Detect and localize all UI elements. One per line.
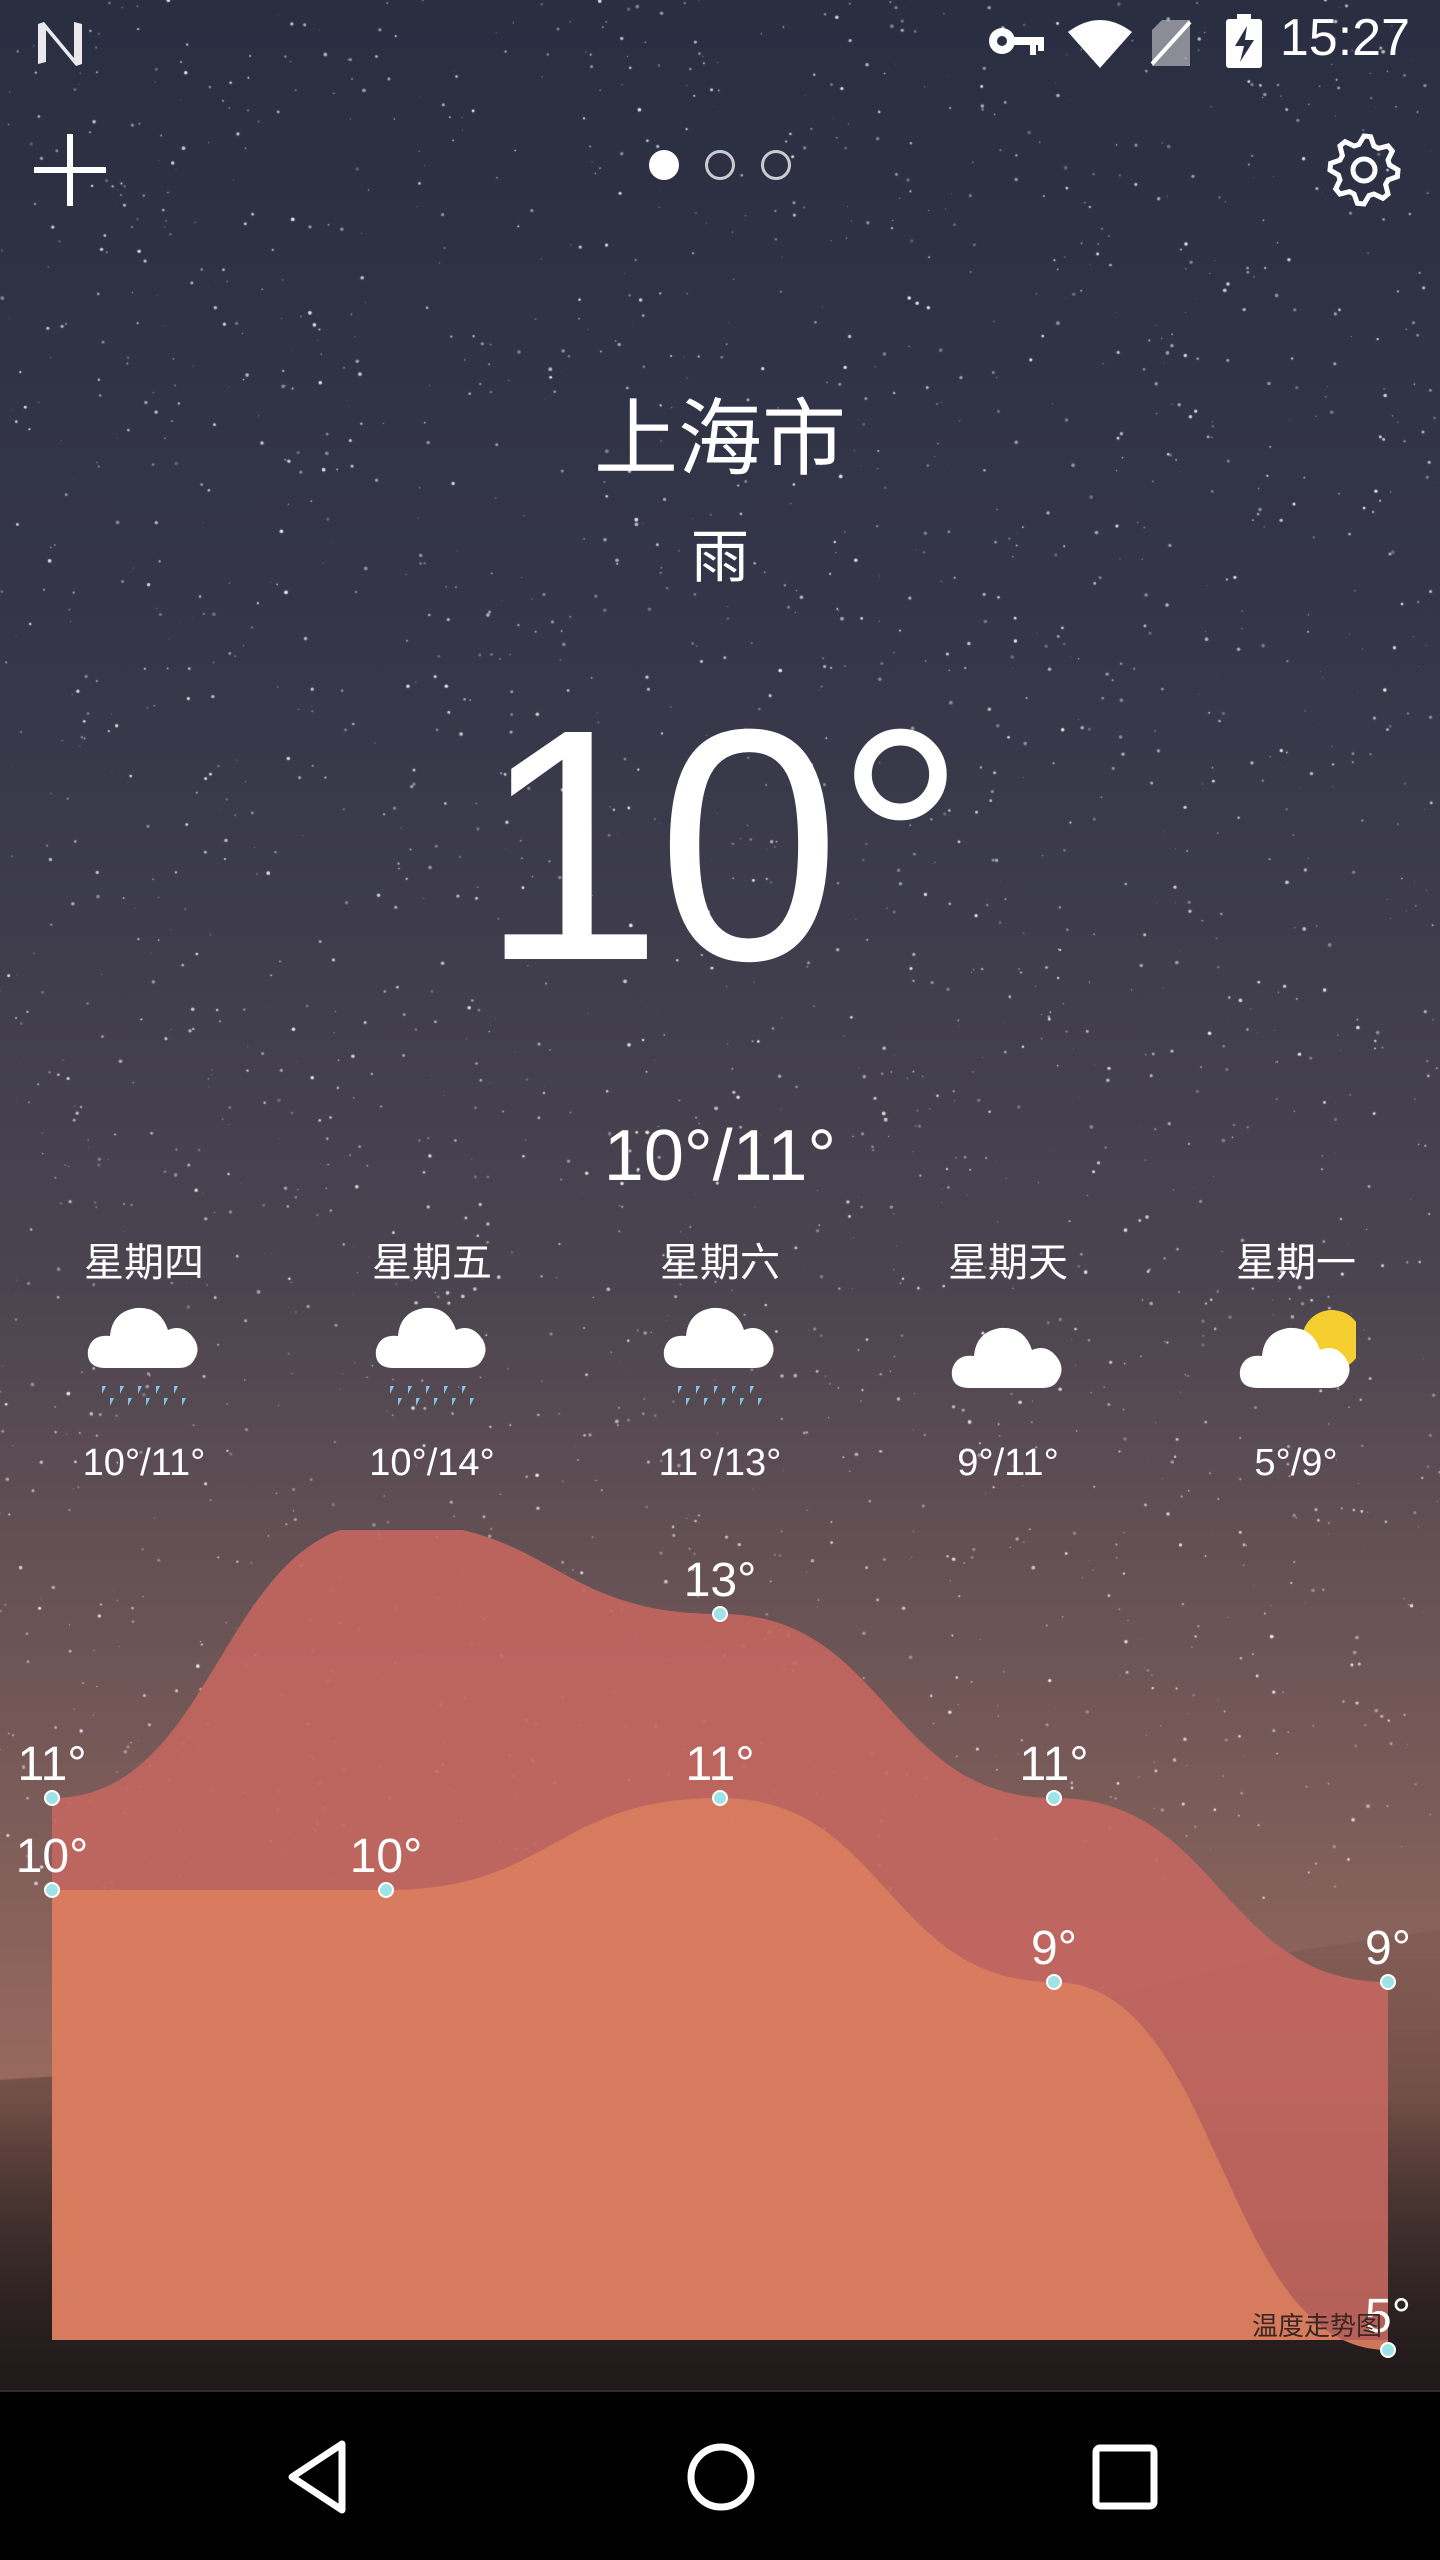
- back-icon: [288, 2440, 346, 2514]
- high-temp-label: 13°: [684, 1554, 757, 1607]
- high-temp-point: [1380, 1974, 1396, 1990]
- recents-button[interactable]: [1080, 2432, 1170, 2522]
- day-temps: 10°/11°: [82, 1442, 206, 1484]
- day-name: 星期六: [660, 1240, 780, 1286]
- current-temperature: 10°: [479, 660, 966, 1029]
- home-button[interactable]: [676, 2432, 766, 2522]
- rain-cloud-icon: [660, 1298, 780, 1418]
- temperature-trend-chart: 11°14°13°11°9°10°10°11°9°5°: [16, 1530, 1411, 2358]
- weather-condition: 雨: [690, 523, 749, 591]
- recents-icon: [1092, 2444, 1158, 2510]
- city-name: 上海市: [593, 390, 846, 488]
- settings-button[interactable]: [1324, 130, 1404, 210]
- day-name: 星期四: [84, 1240, 204, 1286]
- status-bar: 15:27: [0, 0, 1440, 84]
- back-button[interactable]: [272, 2432, 362, 2522]
- rain-cloud-icon: [372, 1298, 492, 1418]
- day-temps: 9°/11°: [957, 1442, 1059, 1484]
- low-temp-point: [712, 1790, 728, 1806]
- cloud-icon: [948, 1298, 1068, 1418]
- n-logo-icon: [38, 22, 82, 66]
- vpn-key-icon: [989, 28, 1044, 55]
- status-time: 15:27: [1279, 9, 1410, 67]
- page-dot-1[interactable]: [649, 150, 679, 180]
- day-name: 星期五: [372, 1240, 492, 1286]
- low-temp-point: [1380, 2342, 1396, 2358]
- low-temp-point: [44, 1882, 60, 1898]
- partly-cloudy-icon: [1236, 1310, 1356, 1418]
- day-temps: 10°/14°: [369, 1442, 495, 1484]
- no-sim-icon: [1150, 20, 1192, 66]
- battery-charging-icon: [1226, 14, 1262, 68]
- high-temp-point: [1046, 1790, 1062, 1806]
- wifi-icon: [1068, 20, 1132, 68]
- day-temps: 5°/9°: [1254, 1442, 1338, 1484]
- chart-title: 温度走势图: [1251, 2312, 1382, 2342]
- rain-cloud-icon: [84, 1298, 204, 1418]
- low-temp-label: 10°: [16, 1830, 89, 1883]
- low-temp-label: 11°: [685, 1738, 754, 1791]
- low-temp-label: 9°: [1031, 1922, 1077, 1975]
- high-temp-point: [712, 1606, 728, 1622]
- home-icon: [687, 2443, 755, 2511]
- day-name: 星期天: [948, 1240, 1068, 1286]
- high-temp-label: 11°: [1019, 1738, 1088, 1791]
- forecast-row: 星期四 10°/11° 星期五 10°/14° 星期六 11°/13° 星期天 …: [0, 1230, 1440, 1500]
- today-low-high: 10°/11°: [603, 1116, 837, 1196]
- low-temp-point: [378, 1882, 394, 1898]
- page-dot-3[interactable]: [761, 150, 791, 180]
- navigation-bar: [0, 2392, 1440, 2560]
- high-temp-point: [44, 1790, 60, 1806]
- day-temps: 11°/13°: [658, 1442, 782, 1484]
- page-dot-2[interactable]: [705, 150, 735, 180]
- low-temp-label: 10°: [350, 1830, 423, 1883]
- gear-icon: [1327, 133, 1401, 207]
- low-temp-point: [1046, 1974, 1062, 1990]
- high-temp-label: 11°: [17, 1738, 86, 1791]
- page-indicator[interactable]: [0, 150, 1440, 180]
- high-temp-label: 9°: [1365, 1922, 1411, 1975]
- day-name: 星期一: [1236, 1240, 1356, 1286]
